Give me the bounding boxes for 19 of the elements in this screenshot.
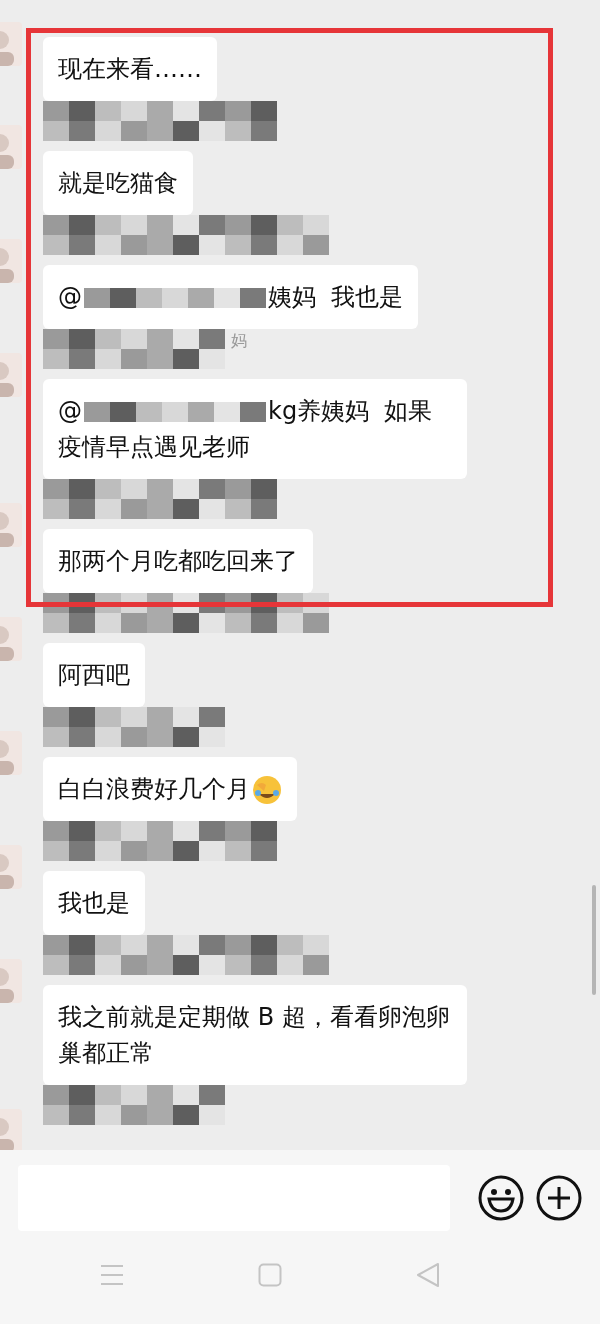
- message-text: 就是吃猫食: [58, 168, 178, 199]
- sender-name: 妈: [231, 331, 247, 352]
- message-text: 白白浪费好几个月: [58, 774, 250, 805]
- message-text: 现在来看……: [58, 54, 202, 85]
- message-text: 我也是: [58, 888, 130, 919]
- message-text: 疫情早点遇见老师: [58, 432, 250, 463]
- crying-face-icon: [252, 775, 282, 805]
- back-icon[interactable]: [416, 1262, 440, 1288]
- emoji-icon[interactable]: [478, 1175, 524, 1221]
- add-icon[interactable]: [536, 1175, 582, 1221]
- message-text: @: [58, 282, 82, 313]
- message-text: kg养姨妈 如果: [268, 396, 433, 427]
- menu-icon[interactable]: [100, 1264, 124, 1286]
- message-text: 那两个月吃都吃回来了: [58, 546, 298, 577]
- message-text: 阿西吧: [58, 660, 130, 691]
- message-text: 姨妈 我也是: [268, 282, 404, 313]
- home-icon[interactable]: [258, 1263, 282, 1287]
- message-text: 我之前就是定期做 B 超，看看卵泡卵巢都正常: [58, 1002, 451, 1069]
- message-text: @: [58, 396, 82, 427]
